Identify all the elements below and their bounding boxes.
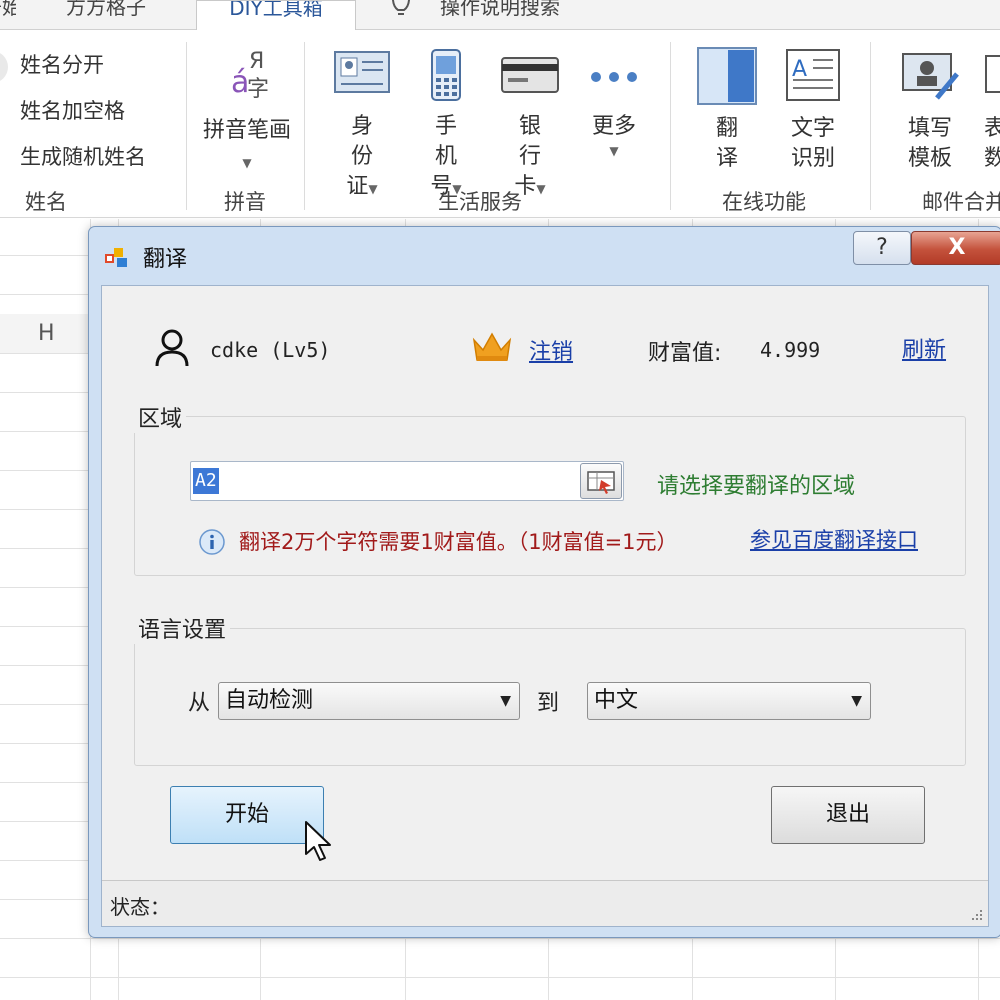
chevron-down-icon: ▼ [536, 182, 546, 196]
range-picker-button[interactable] [580, 463, 622, 499]
lightbulb-icon [391, 0, 411, 15]
to-language-select[interactable]: 中文 ▼ [587, 682, 871, 720]
range-input[interactable]: A2 [190, 461, 624, 501]
range-select-icon [587, 471, 615, 494]
column-header-h[interactable]: H [0, 314, 90, 354]
dialog-title-bar[interactable]: 翻译 ? X [89, 227, 1000, 285]
partial-icon [0, 53, 8, 81]
start-button[interactable]: 开始 [170, 786, 324, 844]
crown-icon [472, 332, 512, 361]
svg-text:Я: Я [249, 49, 264, 74]
tab-diy-toolbox[interactable]: DIY工具箱 [196, 0, 356, 31]
pinyin-stroke-label: 拼音笔画 [202, 118, 291, 143]
language-group-title: 语言设置 [134, 612, 231, 644]
from-language-value: 自动检测 [225, 688, 314, 713]
ribbon-tab-bar: 开始 方方格子 DIY工具箱 操作说明搜索 [0, 0, 1000, 31]
id-card-button[interactable]: 身份证▼ [326, 48, 398, 204]
ocr-button[interactable]: A 文字识别 [776, 46, 850, 174]
group-separator [870, 42, 871, 210]
pinyin-stroke-button[interactable]: á Я 字 拼音笔画 ▼ [200, 44, 294, 176]
more-icon [591, 72, 637, 82]
ribbon: 姓名分开 姓名加空格 生成随机姓名 姓名 á Я 字 拼音笔画 ▼ 拼音 身份证… [0, 30, 1000, 218]
status-label: 状态： [110, 895, 170, 919]
group-label-online: 在线功能 [722, 190, 806, 214]
group-separator [670, 42, 671, 210]
from-language-select[interactable]: 自动检测 ▼ [218, 682, 520, 720]
id-card-icon [334, 51, 390, 93]
tab-fangfang[interactable]: 方方格子 [66, 0, 178, 30]
group-label-name: 姓名 [25, 190, 67, 214]
svg-text:字: 字 [247, 77, 269, 102]
fill-template-button[interactable]: 填写模板 [890, 46, 970, 174]
logout-link[interactable]: 注销 [529, 334, 573, 366]
data-table-icon [985, 55, 1000, 93]
app-icon [105, 248, 127, 267]
ocr-label: 文字识别 [790, 116, 835, 171]
to-language-label: 到 [537, 691, 560, 716]
fill-template-label: 填写模板 [907, 116, 952, 171]
bank-card-icon [501, 57, 559, 93]
bank-card-button[interactable]: 银行卡▼ [494, 48, 566, 204]
document-text-icon: A [786, 49, 840, 101]
chevron-down-icon: ▼ [368, 182, 378, 196]
name-add-space-button[interactable]: 姓名加空格 [20, 95, 125, 125]
group-label-mail-merge: 邮件合并 [922, 190, 1000, 214]
translate-icon [697, 47, 757, 105]
range-input-value: A2 [193, 468, 219, 494]
cost-info-text: 翻译2万个字符需要1财富值。（1财富值=1元） [239, 530, 678, 554]
user-name: cdke (Lv5) [210, 338, 331, 362]
group-label-life-services: 生活服务 [438, 190, 522, 214]
mobile-phone-icon [431, 49, 461, 101]
dialog-content: cdke (Lv5) 注销 财富值: 4.999 刷新 区域 A2 请选择要翻译… [101, 285, 989, 927]
wealth-value: 4.999 [760, 338, 821, 362]
refresh-link[interactable]: 刷新 [902, 332, 946, 364]
translate-button[interactable]: 翻译 [690, 46, 764, 174]
random-name-button[interactable]: 生成随机姓名 [20, 141, 146, 171]
translate-dialog: 翻译 ? X cdke (Lv5) 注销 财富值: 4.999 刷新 区域 A2 [88, 226, 1000, 938]
group-separator [186, 42, 187, 210]
chevron-down-icon: ▼ [242, 156, 252, 170]
close-button[interactable]: X [911, 231, 1000, 265]
group-separator [304, 42, 305, 210]
user-icon [155, 329, 189, 367]
from-language-label: 从 [188, 691, 211, 716]
tab-search-help[interactable]: 操作说明搜索 [440, 0, 600, 30]
dropdown-arrow-icon: ▼ [500, 693, 511, 709]
exit-button[interactable]: 退出 [771, 786, 925, 844]
mouse-cursor-icon [305, 821, 331, 861]
name-split-button[interactable]: 姓名分开 [20, 49, 104, 79]
translate-label: 翻译 [715, 116, 738, 171]
pinyin-icon: á Я 字 [231, 49, 269, 102]
mail-data-label: 表数 [983, 116, 1000, 171]
dropdown-arrow-icon: ▼ [851, 693, 862, 709]
grid-line [0, 977, 1000, 978]
dialog-title: 翻译 [143, 247, 188, 272]
wealth-label: 财富值: [648, 341, 722, 366]
to-language-value: 中文 [594, 688, 639, 713]
resize-grip-icon[interactable] [964, 908, 984, 922]
chevron-down-icon: ▼ [609, 144, 619, 158]
tab-home[interactable]: 开始 [0, 0, 16, 30]
baidu-api-link[interactable]: 参见百度翻译接口 [750, 524, 918, 554]
range-hint: 请选择要翻译的区域 [657, 474, 856, 499]
mail-data-button[interactable]: 表数 [982, 46, 1000, 174]
more-services-label: 更多 [591, 114, 636, 139]
region-group-title: 区域 [134, 401, 187, 433]
help-button[interactable]: ? [853, 231, 911, 265]
status-bar: 状态： [102, 880, 988, 926]
info-icon [199, 529, 225, 555]
group-label-pinyin: 拼音 [224, 190, 266, 214]
more-services-button[interactable]: 更多 ▼ [578, 48, 650, 158]
grid-line [0, 938, 1000, 939]
phone-number-button[interactable]: 手机号▼ [410, 48, 482, 204]
svg-text:A: A [792, 57, 807, 82]
mail-template-icon [902, 53, 959, 100]
